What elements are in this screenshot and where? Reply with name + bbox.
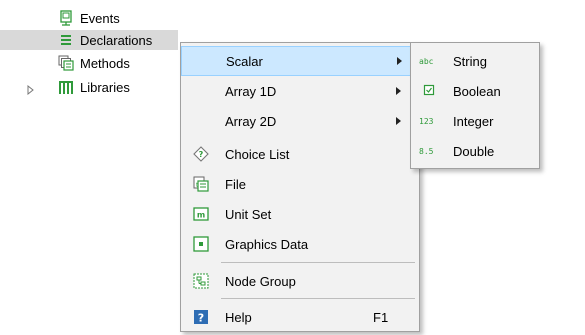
- tree-item-libraries[interactable]: Libraries: [58, 77, 130, 97]
- submenu-arrow-icon: [397, 57, 402, 65]
- menu-item-label: Unit Set: [225, 206, 272, 222]
- string-icon: abc: [419, 53, 435, 69]
- submenu-item-label: String: [453, 53, 487, 69]
- submenu-item-string[interactable]: abc String: [411, 46, 539, 76]
- menu-item-label: Array 1D: [225, 83, 277, 99]
- node-group-icon: [193, 273, 209, 289]
- tree-item-label: Events: [80, 10, 120, 26]
- menu-item-scalar[interactable]: Scalar: [181, 46, 419, 76]
- declarations-icon: [58, 32, 74, 48]
- scalar-submenu: abc String Boolean 123 Integer 8.5 Doubl…: [410, 42, 540, 169]
- svg-text:m: m: [197, 211, 205, 220]
- checkbox-icon: [423, 84, 439, 100]
- menu-item-label: Array 2D: [225, 113, 277, 129]
- menu-item-label: Help: [225, 309, 252, 325]
- methods-icon: [58, 55, 74, 71]
- submenu-item-integer[interactable]: 123 Integer: [411, 106, 539, 136]
- menu-item-array-2d[interactable]: Array 2D: [181, 106, 419, 136]
- menu-item-label: Scalar: [226, 53, 263, 69]
- menu-separator: [221, 262, 415, 263]
- submenu-arrow-icon: [396, 87, 401, 95]
- graphics-data-icon: [193, 236, 209, 252]
- libraries-icon: [58, 79, 74, 95]
- integer-icon: 123: [419, 113, 435, 129]
- context-menu: Scalar Array 1D Array 2D ? Choice List t: [180, 42, 420, 332]
- svg-text:?: ?: [198, 312, 204, 325]
- tree-item-declarations[interactable]: Declarations: [0, 30, 178, 50]
- menu-item-file[interactable]: t File: [181, 169, 419, 199]
- tree-item-label: Libraries: [80, 79, 130, 95]
- file-icon: t: [193, 176, 209, 192]
- unit-set-icon: m: [193, 206, 209, 222]
- menu-item-node-group[interactable]: Node Group: [181, 266, 419, 296]
- double-icon: 8.5: [419, 143, 435, 159]
- menu-item-array-1d[interactable]: Array 1D: [181, 76, 419, 106]
- submenu-arrow-icon: [396, 117, 401, 125]
- svg-text:8.5: 8.5: [419, 147, 434, 156]
- tree-item-methods[interactable]: Methods: [58, 53, 130, 73]
- events-icon: [58, 10, 74, 26]
- menu-item-label: Choice List: [225, 146, 290, 162]
- expand-chevron-icon[interactable]: [27, 85, 35, 95]
- svg-text:?: ?: [199, 150, 204, 159]
- svg-text:abc: abc: [419, 57, 434, 66]
- menu-item-graphics-data[interactable]: Graphics Data: [181, 229, 419, 259]
- menu-item-help[interactable]: ? Help F1: [181, 302, 419, 332]
- submenu-item-double[interactable]: 8.5 Double: [411, 136, 539, 166]
- submenu-item-label: Double: [453, 143, 495, 159]
- submenu-item-label: Integer: [453, 113, 494, 129]
- submenu-item-boolean[interactable]: Boolean: [411, 76, 539, 106]
- shortcut-label: F1: [373, 309, 389, 325]
- help-icon: ?: [193, 309, 209, 325]
- menu-item-choice-list[interactable]: ? Choice List: [181, 139, 419, 169]
- choice-list-icon: ?: [193, 146, 209, 162]
- menu-separator: [221, 298, 415, 299]
- tree-item-label: Methods: [80, 55, 130, 71]
- submenu-item-label: Boolean: [453, 83, 501, 99]
- menu-item-label: Graphics Data: [225, 236, 309, 252]
- menu-item-label: Node Group: [225, 273, 296, 289]
- tree-item-label: Declarations: [80, 32, 153, 48]
- tree-item-events[interactable]: Events: [58, 8, 120, 28]
- svg-text:123: 123: [419, 117, 434, 126]
- menu-item-unit-set[interactable]: m Unit Set: [181, 199, 419, 229]
- menu-item-label: File: [225, 176, 246, 192]
